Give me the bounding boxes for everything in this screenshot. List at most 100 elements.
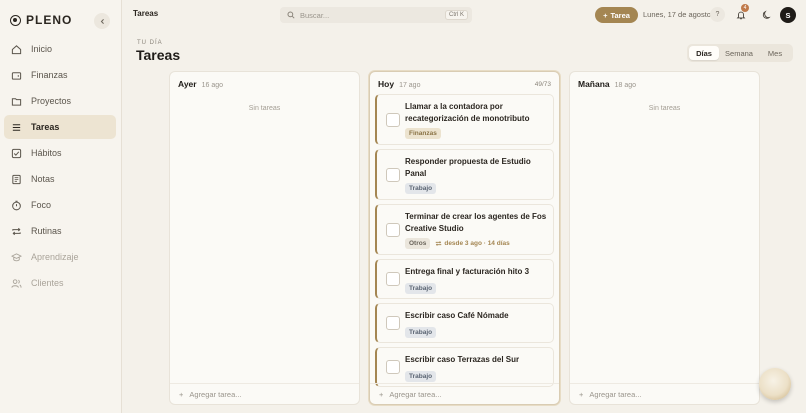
- moon-icon: [762, 10, 771, 19]
- task-checkbox[interactable]: [386, 222, 400, 237]
- new-task-button[interactable]: + Tarea: [595, 7, 638, 23]
- task-card[interactable]: Terminar de crear los agentes de Fos Cre…: [375, 204, 554, 255]
- sidebar-item-label: Inicio: [31, 44, 53, 54]
- task-card[interactable]: Entrega final y facturación hito 3 Traba…: [375, 259, 554, 299]
- column-day: Mañana: [578, 79, 610, 89]
- view-option-dias[interactable]: Días: [689, 46, 719, 60]
- check-square-icon: [11, 148, 22, 159]
- sidebar-item-proyectos[interactable]: Proyectos: [4, 89, 116, 113]
- column-header: Ayer 16 ago: [178, 79, 223, 89]
- task-card[interactable]: Llamar a la contadora por recategorizaci…: [375, 94, 554, 145]
- avatar[interactable]: S: [780, 7, 796, 23]
- notification-badge: 4: [741, 4, 749, 12]
- task-tag: Trabajo: [405, 371, 437, 382]
- topbar-title: Tareas: [133, 9, 159, 18]
- task-tag: Finanzas: [405, 128, 441, 139]
- task-meta: Trabajo: [405, 327, 437, 338]
- empty-state: Sin tareas: [248, 105, 281, 112]
- task-streak: desde 3 ago · 14 días: [435, 240, 510, 247]
- help-button[interactable]: ?: [710, 7, 725, 22]
- add-task-button[interactable]: + Agregar tarea...: [370, 383, 559, 404]
- task-checkbox[interactable]: [386, 112, 400, 127]
- current-date: Lunes, 17 de agosto: [643, 10, 711, 19]
- plus-icon: +: [603, 10, 608, 20]
- graduation-icon: [11, 252, 22, 263]
- task-tag: Trabajo: [405, 327, 437, 338]
- search-input[interactable]: Buscar... Ctrl K: [280, 7, 472, 23]
- page-eyebrow: TU DÍA: [137, 40, 163, 46]
- task-tag: Trabajo: [405, 183, 437, 194]
- sidebar-item-tareas[interactable]: Tareas: [4, 115, 116, 139]
- sidebar-item-notas[interactable]: Notas: [4, 167, 116, 191]
- sidebar-item-foco[interactable]: Foco: [4, 193, 116, 217]
- day-column-tomorrow: Mañana 18 ago Sin tareas + Agregar tarea…: [569, 71, 760, 405]
- collapse-sidebar-button[interactable]: [94, 13, 110, 29]
- sidebar-item-label: Tareas: [31, 122, 60, 132]
- add-task-label: Agregar tarea...: [389, 389, 442, 399]
- task-list: Llamar a la contadora por recategorizaci…: [375, 94, 554, 391]
- list-icon: [11, 122, 22, 133]
- task-meta: Finanzas: [405, 128, 441, 139]
- task-card[interactable]: Escribir caso Terrazas del Sur Trabajo: [375, 347, 554, 387]
- assistant-orb-button[interactable]: [759, 368, 791, 400]
- timer-icon: [11, 200, 22, 211]
- sidebar-item-habitos[interactable]: Hábitos: [4, 141, 116, 165]
- sidebar-item-aprendizaje[interactable]: Aprendizaje: [4, 245, 116, 269]
- column-date: 16 ago: [201, 82, 224, 89]
- brand-name: PLENO: [26, 13, 73, 27]
- sidebar: PLENO Inicio Finanzas Proyectos Tareas H…: [0, 0, 122, 413]
- task-title: Responder propuesta de Estudio Panal: [405, 157, 531, 178]
- search-icon: [287, 11, 295, 19]
- sidebar-item-label: Rutinas: [31, 226, 62, 236]
- logo-icon: [10, 14, 21, 26]
- task-card[interactable]: Responder propuesta de Estudio Panal Tra…: [375, 149, 554, 200]
- task-checkbox[interactable]: [386, 272, 400, 286]
- theme-toggle-button[interactable]: [759, 7, 774, 22]
- sidebar-item-label: Hábitos: [31, 148, 62, 158]
- brand[interactable]: PLENO: [10, 13, 72, 27]
- new-task-label: Tarea: [610, 10, 630, 20]
- view-option-mes[interactable]: Mes: [759, 46, 791, 60]
- day-column-today: Hoy 17 ago 49/73 Llamar a la contadora p…: [369, 71, 560, 405]
- column-header: Hoy 17 ago: [378, 79, 420, 89]
- task-title: Terminar de crear los agentes de Fos Cre…: [405, 212, 547, 233]
- column-day: Hoy: [378, 79, 395, 89]
- sidebar-item-label: Proyectos: [31, 96, 72, 106]
- task-checkbox[interactable]: [386, 316, 400, 330]
- task-title: Entrega final y facturación hito 3: [405, 267, 530, 276]
- task-title: Llamar a la contadora por recategorizaci…: [405, 102, 530, 123]
- task-checkbox[interactable]: [386, 167, 400, 182]
- task-meta: Trabajo: [405, 371, 437, 382]
- sidebar-item-rutinas[interactable]: Rutinas: [4, 219, 116, 243]
- add-task-button[interactable]: + Agregar tarea...: [570, 383, 759, 404]
- sidebar-item-inicio[interactable]: Inicio: [4, 37, 116, 61]
- sidebar-item-clientes[interactable]: Clientes: [4, 271, 116, 295]
- sidebar-item-label: Notas: [31, 174, 55, 184]
- task-count: 49/73: [534, 81, 551, 88]
- task-checkbox[interactable]: [386, 360, 400, 374]
- page-title: Tareas: [136, 47, 181, 63]
- sidebar-item-label: Aprendizaje: [31, 252, 79, 262]
- sidebar-item-finanzas[interactable]: Finanzas: [4, 63, 116, 87]
- task-tag: Otros: [405, 238, 431, 249]
- folder-icon: [11, 96, 22, 107]
- task-meta: Trabajo: [405, 183, 437, 194]
- add-task-label: Agregar tarea...: [589, 389, 642, 399]
- plus-icon: +: [179, 389, 184, 399]
- home-icon: [11, 44, 22, 55]
- add-task-button[interactable]: + Agregar tarea...: [170, 383, 359, 404]
- task-card[interactable]: Escribir caso Café Nómade Trabajo: [375, 303, 554, 343]
- task-meta: Trabajo: [405, 283, 437, 294]
- task-meta: Otros desde 3 ago · 14 días: [405, 238, 510, 249]
- view-option-semana[interactable]: Semana: [719, 46, 759, 60]
- chevron-left-icon: [100, 18, 104, 24]
- repeat-icon: [11, 226, 22, 237]
- day-column-yesterday: Ayer 16 ago Sin tareas + Agregar tarea..…: [169, 71, 360, 405]
- notifications-button[interactable]: 4: [733, 4, 749, 22]
- help-icon: ?: [715, 11, 720, 18]
- note-icon: [11, 174, 22, 185]
- wallet-icon: [11, 70, 22, 81]
- users-icon: [11, 278, 22, 289]
- sidebar-nav: Inicio Finanzas Proyectos Tareas Hábitos…: [4, 37, 116, 297]
- sidebar-item-label: Clientes: [31, 278, 64, 288]
